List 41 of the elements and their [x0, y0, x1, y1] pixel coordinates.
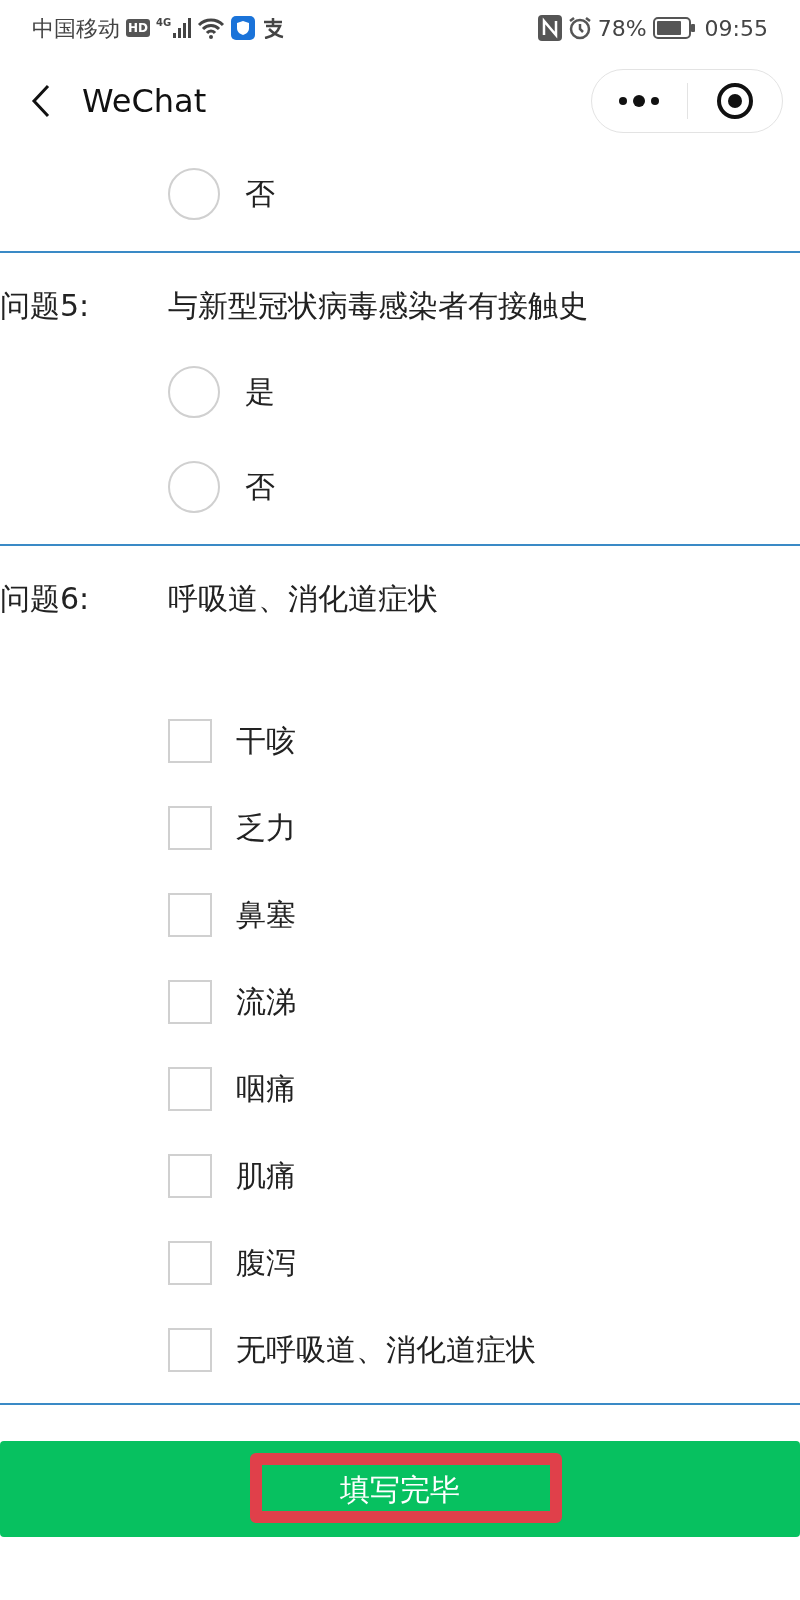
- hd-badge: HD: [126, 19, 150, 37]
- option-label: 流涕: [236, 983, 296, 1021]
- radio-button[interactable]: [168, 460, 220, 513]
- network-label: 4G: [156, 18, 172, 28]
- option-label: 肌痛: [236, 1157, 296, 1195]
- question-text: 呼吸道、消化道症状: [168, 580, 438, 618]
- option-label: 腹泻: [236, 1244, 296, 1282]
- option-label: 鼻塞: [236, 896, 296, 934]
- shield-icon: [231, 16, 256, 40]
- checkbox[interactable]: [168, 805, 212, 850]
- radio-button[interactable]: [168, 167, 220, 220]
- question-text: 与新型冠状病毒感染者有接触史: [168, 287, 588, 325]
- wifi-icon: [197, 17, 226, 39]
- option-label: 干咳: [236, 722, 296, 760]
- more-icon[interactable]: [618, 95, 661, 107]
- checkbox[interactable]: [168, 892, 212, 937]
- option-label: 咽痛: [236, 1070, 296, 1108]
- submit-button[interactable]: 填写完毕: [0, 1441, 800, 1537]
- question-number: 问题5:: [0, 287, 91, 325]
- checkbox[interactable]: [168, 718, 212, 763]
- checkbox[interactable]: [168, 1153, 212, 1198]
- option-label: 否: [245, 468, 275, 506]
- checkbox[interactable]: [168, 979, 212, 1024]
- checkbox[interactable]: [168, 1327, 212, 1372]
- question-number: 问题6:: [0, 580, 91, 618]
- option-label: 否: [245, 175, 275, 213]
- checkbox[interactable]: [168, 1240, 212, 1285]
- alarm-icon: [567, 16, 592, 40]
- page-title: WeChat: [82, 81, 207, 122]
- radio-button[interactable]: [168, 365, 220, 418]
- battery-percent: 78%: [597, 14, 647, 43]
- option-label: 无呼吸道、消化道症状: [236, 1331, 536, 1369]
- clock-time: 09:55: [704, 14, 768, 43]
- checkbox[interactable]: [168, 1066, 212, 1111]
- nfc-icon: [537, 15, 562, 41]
- carrier-name: 中国移动: [32, 14, 120, 43]
- signal-icon: [173, 18, 192, 38]
- option-label: 是: [245, 373, 275, 411]
- option-label: 乏力: [236, 809, 296, 847]
- battery-icon: [652, 17, 695, 39]
- back-icon[interactable]: [30, 84, 52, 118]
